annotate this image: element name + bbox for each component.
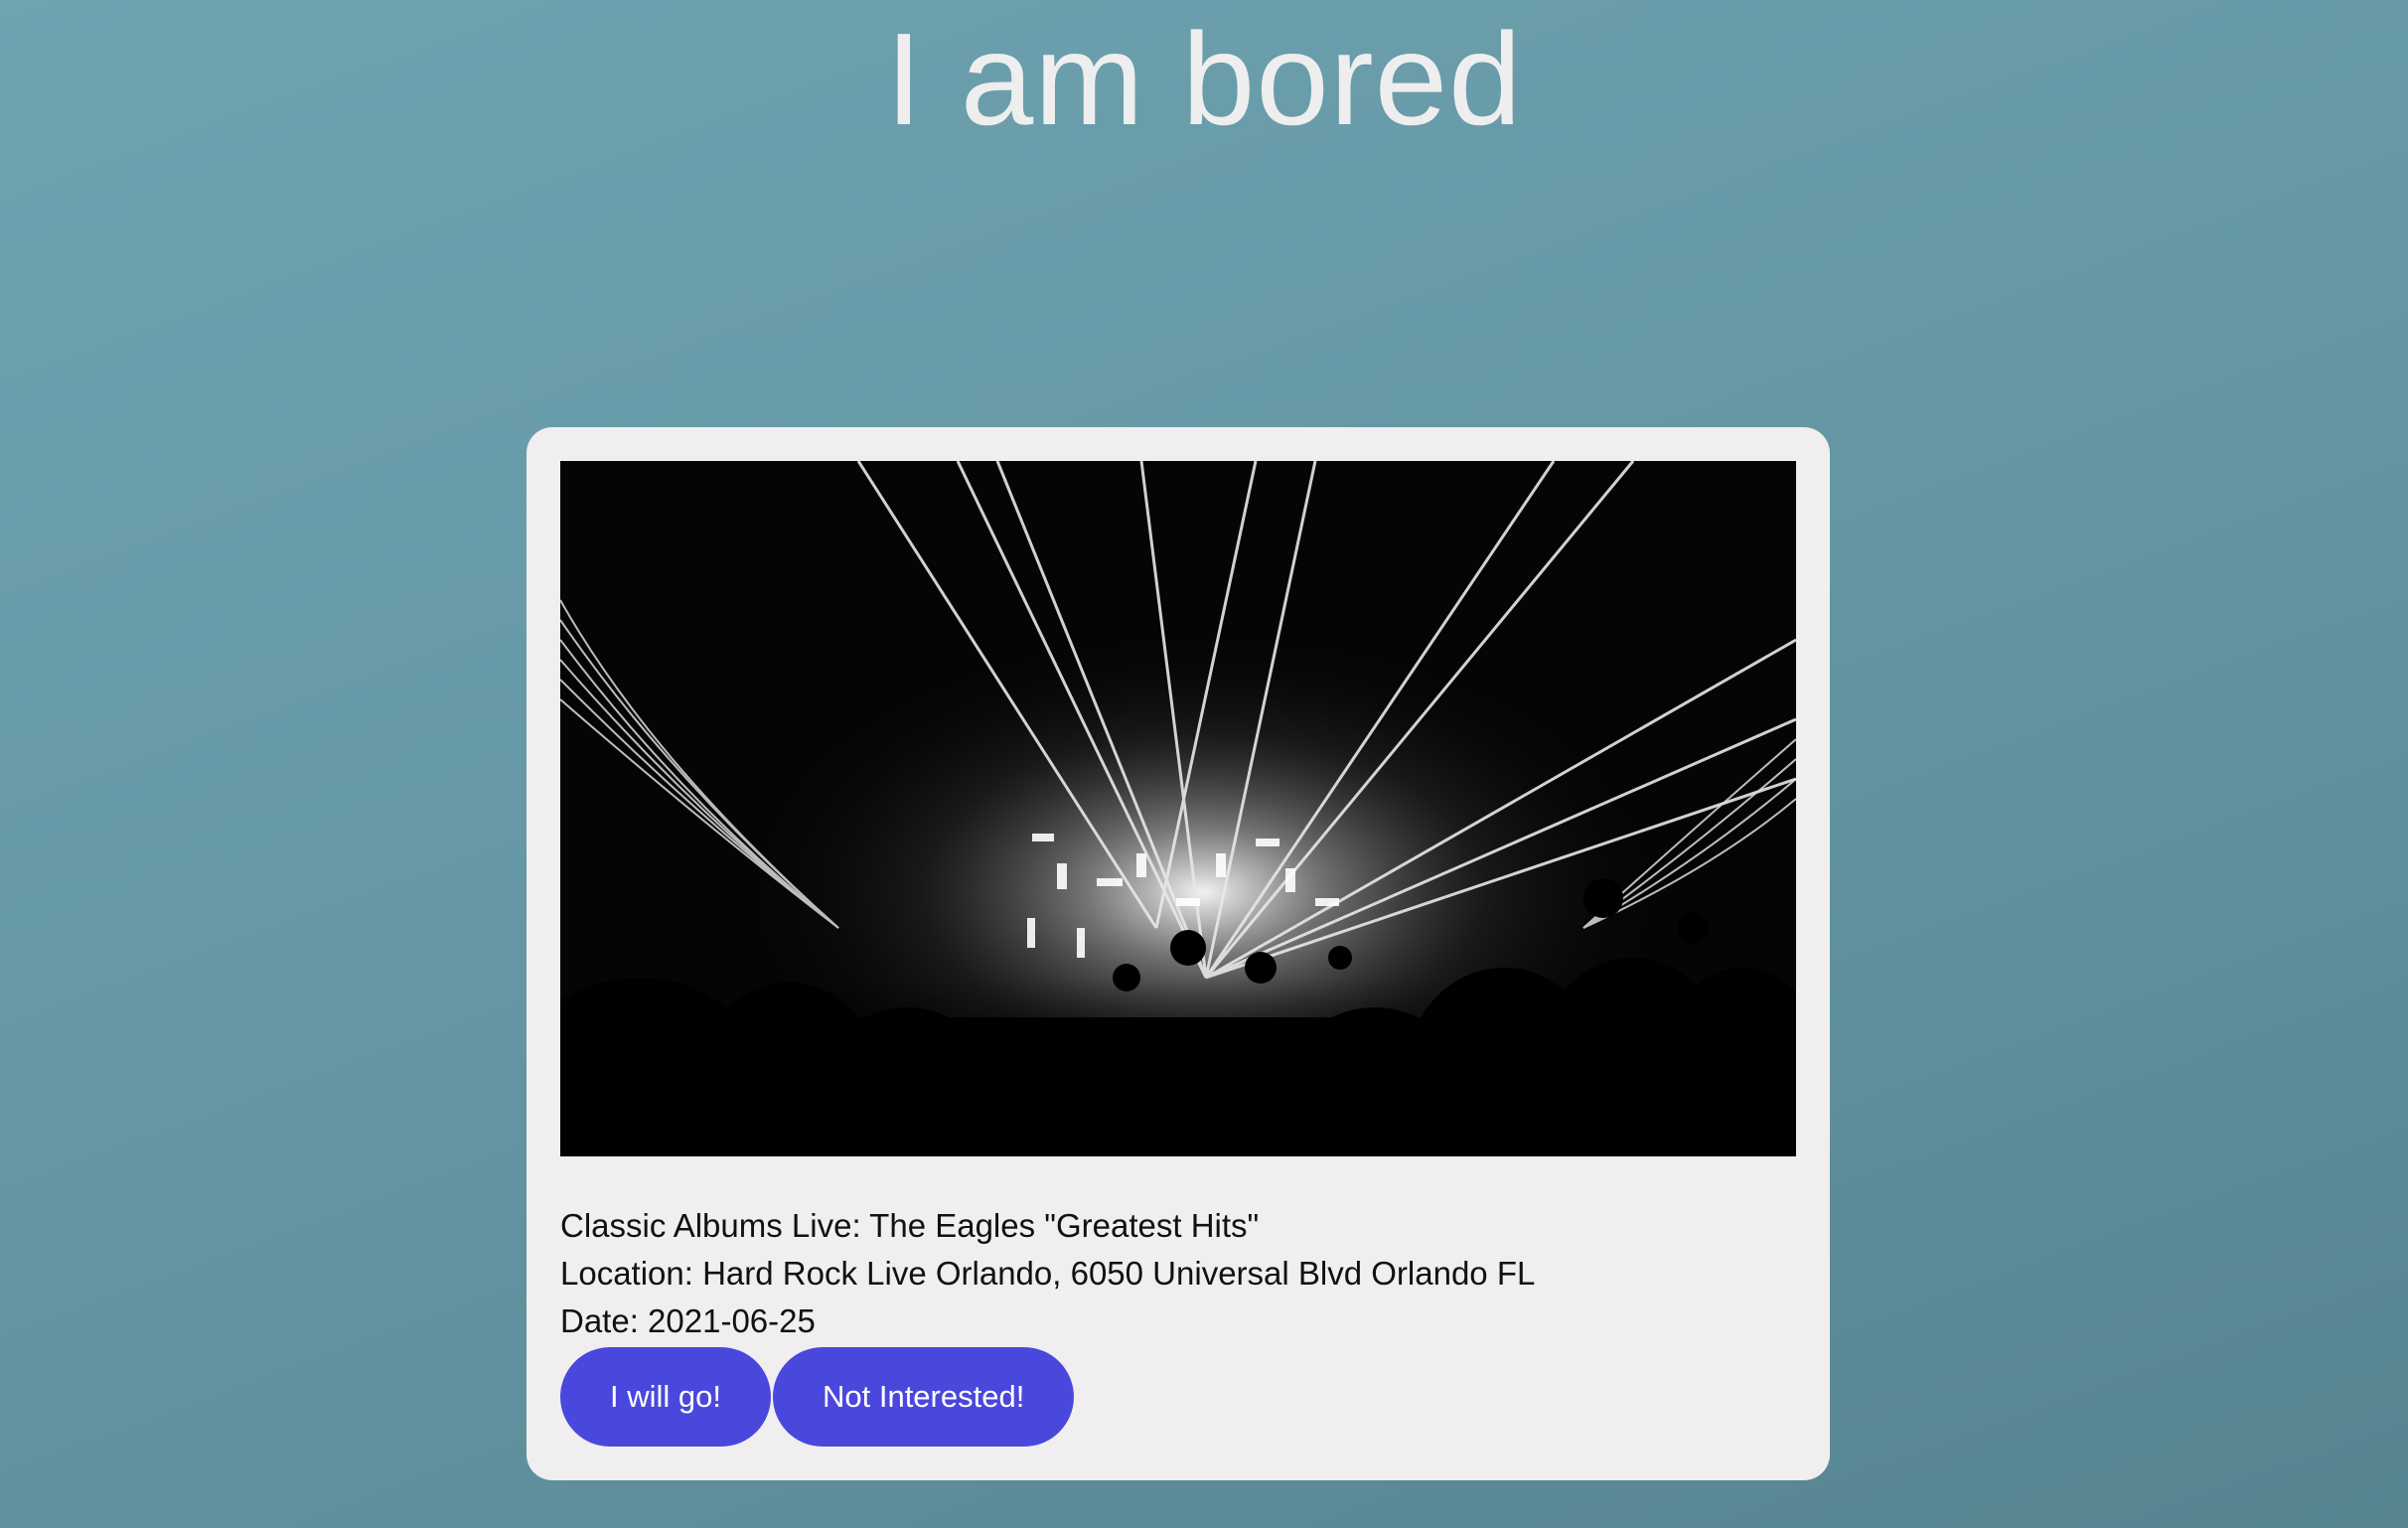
event-details: Classic Albums Live: The Eagles "Greates…: [560, 1202, 1535, 1345]
event-location: Location: Hard Rock Live Orlando, 6050 U…: [560, 1255, 1536, 1292]
concert-image: [560, 461, 1796, 1156]
event-title: Classic Albums Live: The Eagles "Greates…: [560, 1207, 1260, 1244]
event-actions: I will go! Not Interested!: [560, 1347, 1075, 1447]
will-go-button[interactable]: I will go!: [560, 1347, 771, 1447]
event-date: Date: 2021-06-25: [560, 1302, 816, 1339]
not-interested-button[interactable]: Not Interested!: [772, 1347, 1075, 1447]
concert-photo-illustration: [560, 461, 1796, 1156]
page-title: I am bored: [885, 6, 1523, 152]
event-card: Classic Albums Live: The Eagles "Greates…: [527, 427, 1830, 1480]
